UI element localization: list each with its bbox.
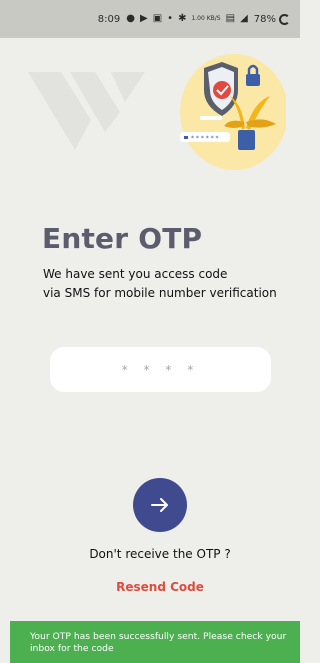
arrow-right-icon [151,498,168,512]
battery-percent: 78% [253,13,276,25]
security-illustration: * * * * * * [180,54,286,170]
chat-bubble-icon: ● [126,13,135,24]
page-title: Enter OTP [42,222,203,255]
bluetooth-icon: ✱ [178,13,187,24]
page-subtitle: We have sent you access code via SMS for… [43,265,283,303]
submit-otp-button[interactable] [133,478,187,532]
toast-notification: Your OTP has been successfully sent. Ple… [10,621,300,663]
toast-message: Your OTP has been successfully sent. Ple… [30,631,287,654]
status-bar: 8:09 ● ▶ ▣ • ✱ 1.00 KB/S ▤ ◢ 78% [0,0,300,38]
dot-icon: • [167,13,174,24]
resend-code-link[interactable]: Resend Code [0,580,320,594]
youtube-icon: ▶ [140,13,148,24]
no-otp-text: Don't receive the OTP ? [89,547,231,561]
dash-graphic [200,116,222,120]
status-time: 8:09 [97,13,121,25]
battery-icon [279,13,290,25]
image-icon: ▣ [152,13,163,24]
battery-status: 78% [253,13,290,25]
status-icons: ● ▶ ▣ • ✱ 1.00 KB/S ▤ ◢ [126,14,248,24]
brand-logo-watermark [28,72,145,150]
vowifi-icon: ▤ [225,13,236,24]
subtitle-line-2: via SMS for mobile number verification [43,286,277,300]
network-speed: 1.00 KB/S [191,15,221,22]
otp-input[interactable] [50,347,271,392]
password-mask-text: * * * * * * [191,135,219,142]
signal-icon: ◢ [240,13,248,24]
password-field-graphic: * * * * * * [180,132,230,142]
subtitle-line-1: We have sent you access code [43,267,228,281]
